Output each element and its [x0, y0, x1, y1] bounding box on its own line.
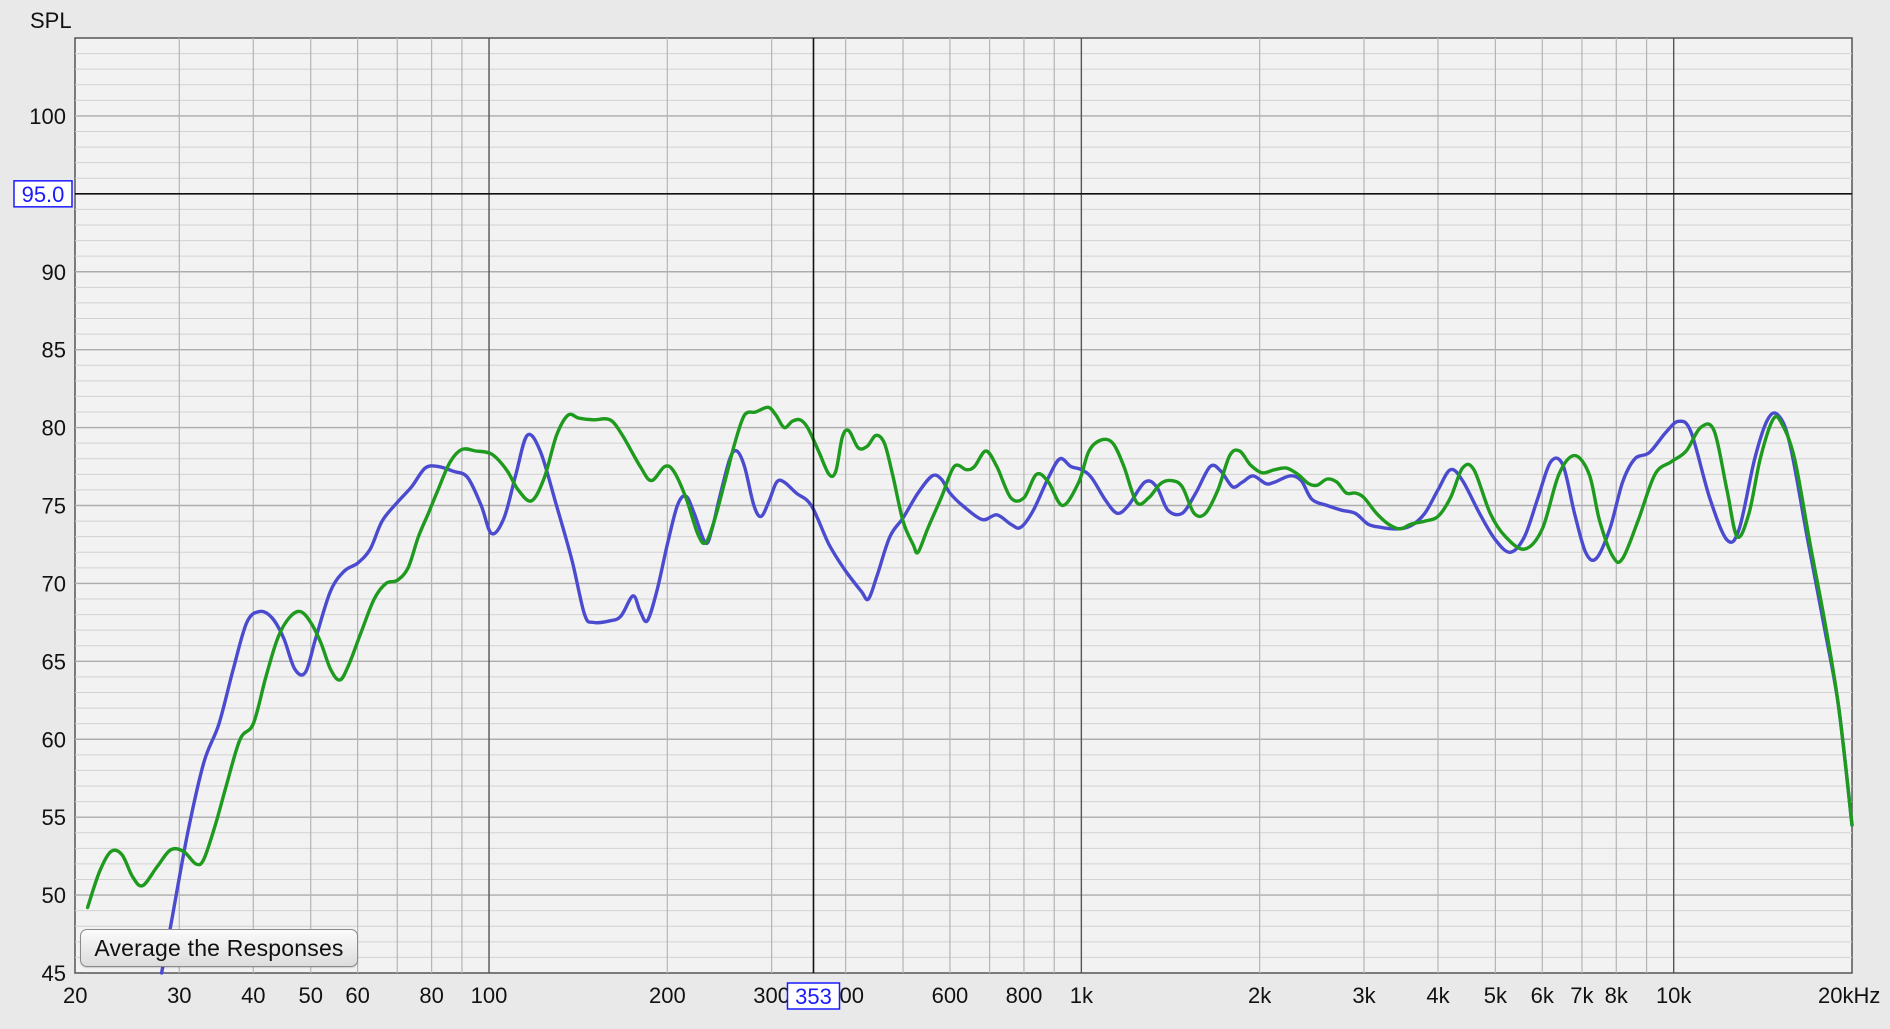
x-tick-label: 2k — [1248, 983, 1272, 1008]
y-axis-label: SPL — [30, 8, 72, 33]
y-tick-label: 85 — [42, 338, 66, 363]
y-tick-label: 90 — [42, 260, 66, 285]
x-tick-label: 5k — [1484, 983, 1508, 1008]
x-tick-label: 4k — [1426, 983, 1450, 1008]
y-tick-label: 100 — [29, 104, 66, 129]
frequency-response-chart[interactable]: 45 50 55 60 65 70 75 80 85 90 100 20 30 40 50 60 80 100 2… — [0, 0, 1890, 1024]
x-tick-label: 100 — [471, 983, 508, 1008]
x-tick-label: 30 — [167, 983, 191, 1008]
y-tick-label: 70 — [42, 571, 66, 596]
x-tick-label: 800 — [1006, 983, 1043, 1008]
y-tick-label: 50 — [42, 883, 66, 908]
y-tick-label: 75 — [42, 494, 66, 519]
x-tick-label: 600 — [932, 983, 969, 1008]
x-tick-label: 300 — [753, 983, 790, 1008]
x-tick-label: 10k — [1656, 983, 1692, 1008]
x-tick-label: 7k — [1570, 983, 1594, 1008]
y-axis-ticks: 45505560657075808590100 — [29, 104, 66, 986]
x-tick-label: 40 — [241, 983, 265, 1008]
x-tick-label: 8k — [1605, 983, 1629, 1008]
x-tick-label: 20kHz — [1818, 983, 1880, 1008]
x-tick-label: 80 — [419, 983, 443, 1008]
x-tick-label: 20 — [63, 983, 87, 1008]
x-tick-label: 50 — [298, 983, 322, 1008]
x-axis-ticks: 20 30 40 50 60 80 100 200 300 400 600 800 1k 2k 3k 4k 5k… — [63, 983, 1880, 1008]
x-tick-label: 6k — [1531, 983, 1555, 1008]
cursor-y-label: 95.0 — [22, 182, 65, 207]
y-tick-label: 80 — [42, 416, 66, 441]
y-tick-label: 55 — [42, 805, 66, 830]
x-tick-label: 3k — [1352, 983, 1376, 1008]
x-tick-label: 200 — [649, 983, 686, 1008]
cursor-x-label: 353 — [795, 984, 832, 1009]
x-tick-label: 1k — [1070, 983, 1094, 1008]
x-tick-label: 60 — [345, 983, 369, 1008]
chart-svg: 45505560657075808590100 20 30 40 50 60 80 100 2… — [13, 8, 1880, 1010]
average-responses-button[interactable]: Average the Responses — [80, 929, 358, 967]
y-tick-label: 60 — [42, 727, 66, 752]
y-tick-label: 65 — [42, 649, 66, 674]
